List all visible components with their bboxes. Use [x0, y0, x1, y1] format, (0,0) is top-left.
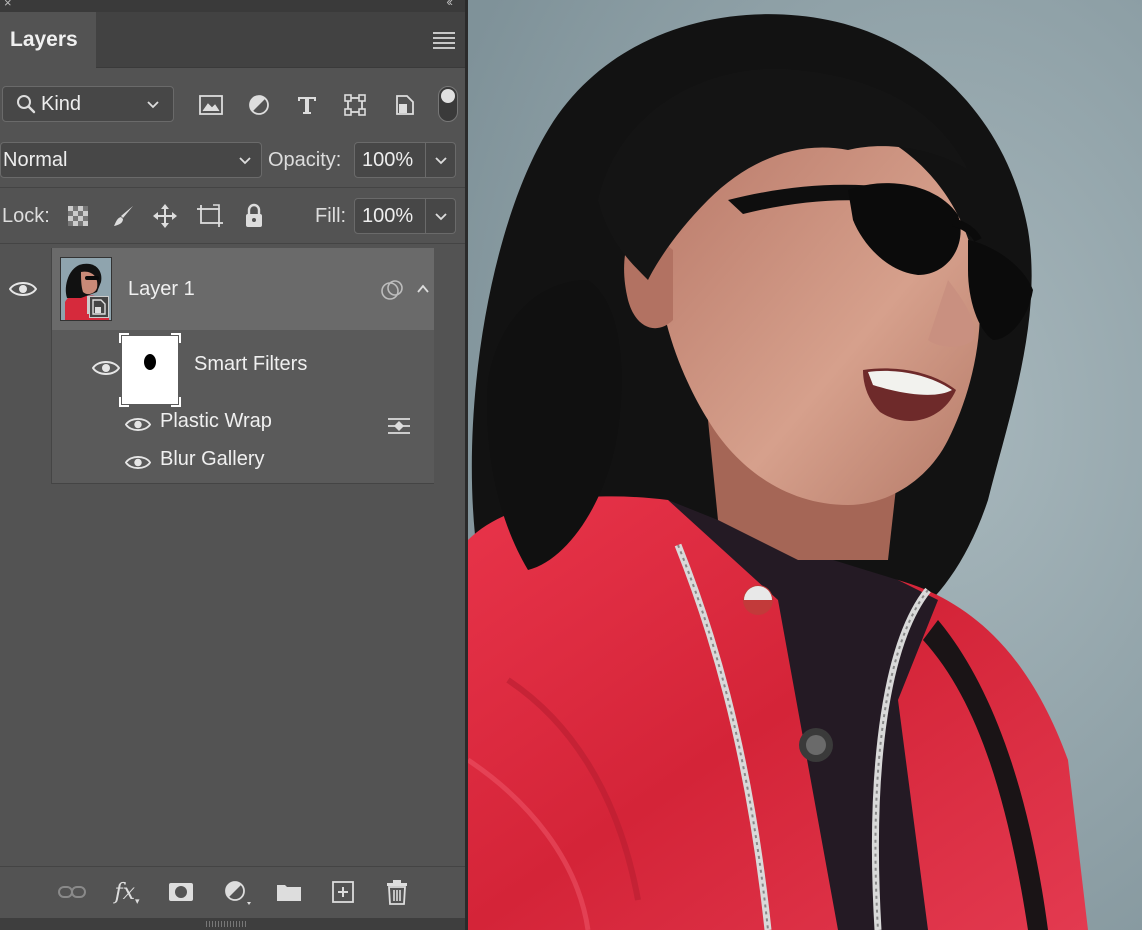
filter-toggle-switch[interactable] [438, 86, 458, 122]
mask-selection-corner [171, 397, 181, 407]
blend-mode-dropdown[interactable]: Normal [0, 142, 262, 178]
filter-pixel-layers-icon[interactable] [196, 90, 226, 120]
new-layer-icon[interactable] [328, 877, 358, 907]
filter-kind-label: Kind [41, 92, 82, 115]
blur-gallery-visibility-eye-icon[interactable] [125, 454, 151, 471]
filter-smart-objects-icon[interactable] [390, 90, 420, 120]
fill-dropdown-button[interactable] [426, 198, 456, 234]
layers-panel: × ‹‹ Layers Kind Normal Opacity: 100% Lo… [0, 0, 465, 930]
filter-item-blur-gallery[interactable]: Blur Gallery [160, 448, 264, 471]
mask-selection-corner [119, 333, 129, 343]
lock-artboard-icon[interactable] [196, 202, 224, 230]
mask-selection-corner [119, 397, 129, 407]
lock-label: Lock: [2, 205, 50, 227]
fill-label: Fill: [315, 205, 347, 227]
link-layers-icon[interactable] [57, 877, 87, 907]
lock-image-pixels-icon[interactable] [110, 202, 138, 230]
close-panel-icon[interactable]: × [4, 0, 12, 10]
layer-thumbnail[interactable] [60, 257, 112, 321]
new-group-folder-icon[interactable] [274, 877, 304, 907]
fill-field[interactable]: 100% [354, 198, 426, 234]
add-layer-style-fx-icon[interactable]: fx ▾ [112, 877, 142, 907]
plastic-wrap-visibility-eye-icon[interactable] [125, 416, 151, 433]
chevron-down-icon [434, 157, 447, 165]
mask-selection-corner [171, 333, 181, 343]
tab-layers[interactable]: Layers [0, 12, 96, 68]
panel-title-strip: × ‹‹ [0, 0, 465, 12]
smart-object-badge-icon [89, 296, 109, 318]
chevron-down-icon [239, 157, 251, 165]
filter-adjustment-layers-icon[interactable] [244, 90, 274, 120]
document-canvas[interactable] [468, 0, 1142, 930]
chevron-down-icon [434, 213, 447, 221]
divider [0, 243, 465, 244]
collapse-chevron-up-icon[interactable] [415, 281, 431, 297]
layer-name[interactable]: Layer 1 [128, 278, 195, 301]
lock-position-icon[interactable] [151, 202, 179, 230]
chevron-down-icon [147, 101, 159, 109]
blending-options-icon[interactable] [386, 416, 412, 436]
smart-filters-indicator-icon[interactable] [380, 278, 406, 302]
tab-bar: Layers [0, 12, 465, 68]
canvas-photo [468, 0, 1142, 930]
layer-visibility-eye-icon[interactable] [9, 280, 37, 298]
filter-item-plastic-wrap[interactable]: Plastic Wrap [160, 410, 272, 433]
opacity-dropdown-button[interactable] [426, 142, 456, 178]
search-icon [17, 95, 36, 114]
opacity-label: Opacity: [268, 149, 342, 171]
lock-all-icon[interactable] [240, 202, 268, 230]
panel-menu-icon[interactable] [433, 32, 455, 49]
add-layer-mask-icon[interactable] [166, 877, 196, 907]
new-fill-adjustment-layer-icon[interactable] [222, 877, 252, 907]
collapse-panel-icon[interactable]: ‹‹ [446, 0, 453, 9]
filter-shape-layers-icon[interactable] [340, 90, 370, 120]
delete-layer-trash-icon[interactable] [382, 877, 412, 907]
blend-mode-value: Normal [3, 148, 68, 171]
panel-resize-grip[interactable] [0, 918, 465, 930]
divider [0, 187, 465, 188]
lock-transparent-pixels-icon[interactable] [64, 202, 92, 230]
smart-filter-mask-thumbnail[interactable] [122, 336, 178, 404]
filter-type-layers-icon[interactable] [292, 90, 322, 120]
filter-kind-dropdown[interactable]: Kind [2, 86, 174, 122]
smart-filters-label[interactable]: Smart Filters [194, 353, 307, 376]
opacity-field[interactable]: 100% [354, 142, 426, 178]
smart-filters-visibility-eye-icon[interactable] [92, 359, 120, 377]
